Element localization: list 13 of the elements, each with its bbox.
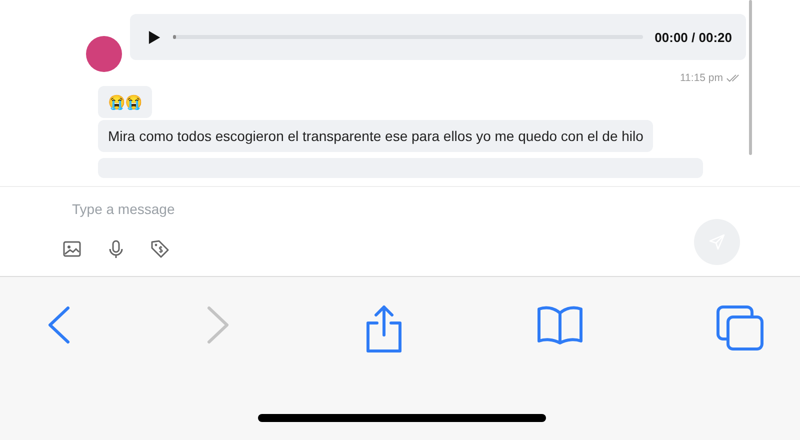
avatar xyxy=(86,36,122,72)
share-button[interactable] xyxy=(364,305,404,353)
audio-time: 00:00 / 00:20 xyxy=(654,30,732,44)
timestamp: 11:15 pm xyxy=(680,72,723,84)
back-button[interactable] xyxy=(46,305,72,345)
image-icon[interactable] xyxy=(62,239,82,259)
play-icon[interactable] xyxy=(148,30,161,44)
message-input[interactable]: Type a message xyxy=(72,197,472,221)
bookmarks-button[interactable] xyxy=(537,305,583,345)
message-bubble: 😭😭 xyxy=(98,86,152,118)
tabs-button[interactable] xyxy=(716,305,764,351)
message-bubble: Mira como todos escogieron el transparente ese para ellos yo me quedo con el de hilo xyxy=(98,120,654,152)
price-tag-icon[interactable] xyxy=(150,239,170,259)
